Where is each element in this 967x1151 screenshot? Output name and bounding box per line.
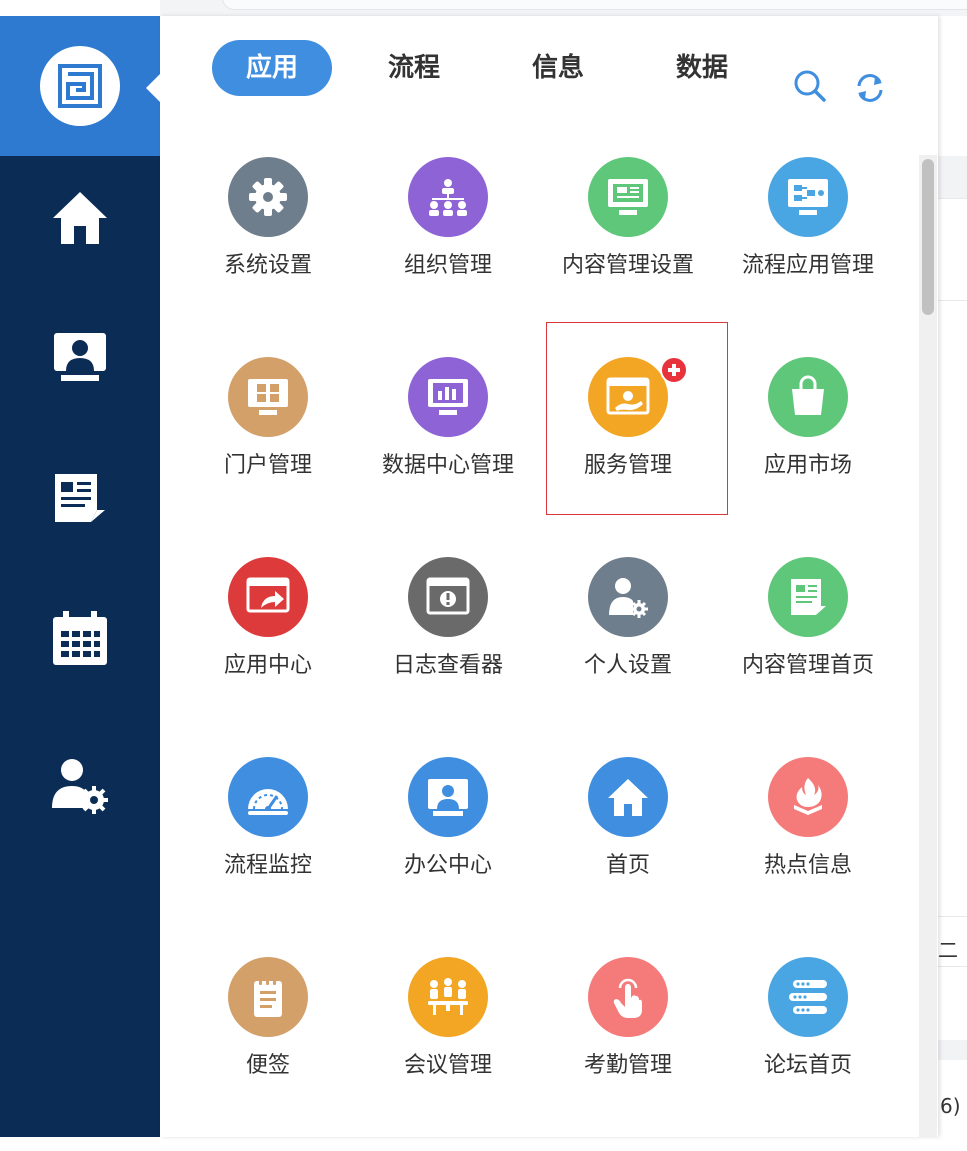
sidebar-caret (146, 74, 160, 102)
app-tile[interactable]: 应用中心 (178, 557, 358, 751)
monitor-user-icon (408, 757, 488, 837)
app-label: 系统设置 (223, 253, 312, 278)
app-label: 首页 (605, 853, 650, 878)
app-tile[interactable]: 热点信息 (718, 757, 898, 951)
home-icon[interactable] (50, 188, 110, 248)
app-tile[interactable]: 数据中心管理 (358, 357, 538, 551)
gear-icon (228, 157, 308, 237)
scrollbar[interactable] (919, 155, 937, 1137)
app-label: 考勤管理 (583, 1053, 672, 1078)
app-label: 应用中心 (223, 653, 312, 678)
monitor-user-icon[interactable] (50, 328, 110, 388)
background-text-fragment: 二 (938, 938, 958, 962)
user-settings-icon[interactable] (50, 756, 110, 816)
content-settings-icon (588, 157, 668, 237)
app-tile[interactable]: 应用市场 (718, 357, 898, 551)
app-label: 应用市场 (763, 453, 852, 478)
logo-icon[interactable] (40, 46, 120, 126)
app-label: 论坛首页 (763, 1053, 852, 1078)
app-label: 流程监控 (223, 853, 312, 878)
app-label: 门户管理 (223, 453, 312, 478)
note-icon (228, 957, 308, 1037)
finger-tap-icon (588, 957, 668, 1037)
flame-icon (768, 757, 848, 837)
app-label: 流程应用管理 (741, 253, 874, 278)
news-icon[interactable] (50, 468, 110, 528)
background-top-bar (160, 0, 967, 17)
background-text-fragment: 6) (940, 1094, 961, 1118)
data-center-icon (408, 357, 488, 437)
app-tile[interactable]: 系统设置 (178, 157, 358, 351)
app-tile[interactable]: 便签 (178, 957, 358, 1151)
app-label: 内容管理首页 (741, 653, 874, 678)
app-tile[interactable]: 流程监控 (178, 757, 358, 951)
news-icon (768, 557, 848, 637)
refresh-icon[interactable] (852, 70, 888, 106)
log-viewer-icon (408, 557, 488, 637)
tab-data[interactable]: 数据 (652, 40, 752, 96)
app-tile[interactable]: 首页 (538, 757, 718, 951)
app-tile[interactable]: 办公中心 (358, 757, 538, 951)
app-label: 便签 (245, 1053, 290, 1078)
app-label: 组织管理 (403, 253, 492, 278)
selected-app-highlight (546, 322, 728, 515)
app-tile[interactable]: 日志查看器 (358, 557, 538, 751)
search-icon[interactable] (792, 68, 828, 104)
app-label: 数据中心管理 (381, 453, 514, 478)
personal-settings-icon (588, 557, 668, 637)
app-label: 办公中心 (403, 853, 492, 878)
app-label: 热点信息 (763, 853, 852, 878)
shopping-bag-icon (768, 357, 848, 437)
calendar-icon[interactable] (50, 608, 110, 668)
tab-info[interactable]: 信息 (508, 40, 608, 96)
sidebar (0, 16, 160, 1137)
app-tile[interactable]: 内容管理首页 (718, 557, 898, 751)
home-icon (588, 757, 668, 837)
org-chart-icon (408, 157, 488, 237)
app-label: 内容管理设置 (561, 253, 694, 278)
app-tile[interactable]: 门户管理 (178, 357, 358, 551)
forum-icon (768, 957, 848, 1037)
app-tile[interactable]: 论坛首页 (718, 957, 898, 1151)
background-page (938, 16, 967, 1137)
app-label: 个人设置 (583, 653, 672, 678)
logo-band (0, 16, 160, 156)
app-tile[interactable]: 考勤管理 (538, 957, 718, 1151)
scrollbar-thumb[interactable] (922, 159, 934, 315)
app-tile[interactable]: 会议管理 (358, 957, 538, 1151)
portal-icon (228, 357, 308, 437)
app-label: 日志查看器 (392, 653, 503, 678)
plus-badge-icon[interactable] (660, 356, 688, 384)
background-search-bar (222, 0, 967, 10)
meeting-icon (408, 957, 488, 1037)
flow-app-icon (768, 157, 848, 237)
gauge-icon (228, 757, 308, 837)
app-tile[interactable]: 流程应用管理 (718, 157, 898, 351)
tab-process[interactable]: 流程 (364, 40, 464, 96)
app-tile[interactable]: 个人设置 (538, 557, 718, 751)
share-window-icon (228, 557, 308, 637)
app-tile[interactable]: 组织管理 (358, 157, 538, 351)
app-label: 会议管理 (403, 1053, 492, 1078)
tab-apps[interactable]: 应用 (212, 40, 332, 96)
